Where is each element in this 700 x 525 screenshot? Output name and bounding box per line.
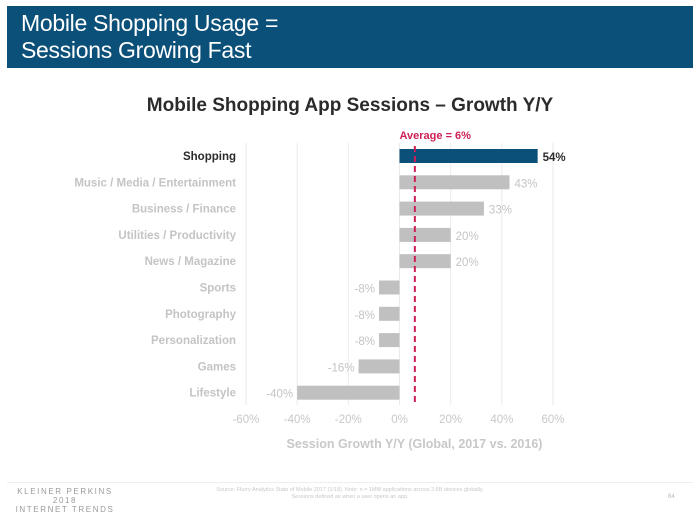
category-label: Business / Finance [132,204,236,216]
bar-chart: Shopping 54% Music / Media / Entertainment… [74,130,566,451]
bar-2 [399,201,484,216]
value-label: 54% [543,152,566,164]
category-label: News / Magazine [145,256,236,268]
footer-divider [7,482,693,483]
kpcb-logo: KLEINER PERKINS 2018 INTERNET TRENDS [10,487,120,514]
value-label: -40% [266,389,293,401]
value-label: 33% [489,205,512,217]
average-label: Average = 6% [400,130,472,142]
page-number: 84 [668,494,675,500]
value-label: -8% [355,336,375,348]
x-tick-label: -20% [335,414,362,426]
x-tick-label: 20% [439,414,462,426]
x-tick-label: -40% [284,414,311,426]
bar-1 [399,175,510,190]
category-label: Games [198,361,236,373]
logo-line-2: 2018 [52,496,78,505]
logo-line-3: INTERNET TRENDS [15,505,115,514]
bar-3 [399,227,451,242]
value-label: 20% [456,231,479,243]
bar-8 [358,359,400,374]
category-label: Music / Media / Entertainment [74,177,236,189]
logo-line-1: KLEINER PERKINS [17,487,113,496]
bar-4 [399,254,451,269]
value-label: -8% [355,310,375,322]
x-tick-label: 0% [391,414,408,426]
value-label: -16% [328,362,355,374]
value-label: 43% [515,178,538,190]
category-label: Sports [200,283,236,295]
x-axis-title: Session Growth Y/Y (Global, 2017 vs. 201… [287,437,543,451]
x-tick-label: 40% [490,414,513,426]
bar-9 [297,385,400,400]
category-label: Photography [165,309,237,321]
source-note: Source: Flurry Analytics State of Mobile… [216,487,484,500]
category-label: Personalization [151,335,236,347]
bar-5 [379,280,400,295]
category-label: Utilities / Productivity [118,230,236,242]
bar-6 [379,306,400,321]
value-label: -8% [355,284,375,296]
category-label: Lifestyle [189,388,236,400]
x-tick-label: 60% [541,414,564,426]
value-label: 20% [456,257,479,269]
category-label: Shopping [183,151,236,163]
bar-7 [379,333,400,348]
x-tick-label: -60% [233,414,260,426]
bar-0 [399,149,538,163]
